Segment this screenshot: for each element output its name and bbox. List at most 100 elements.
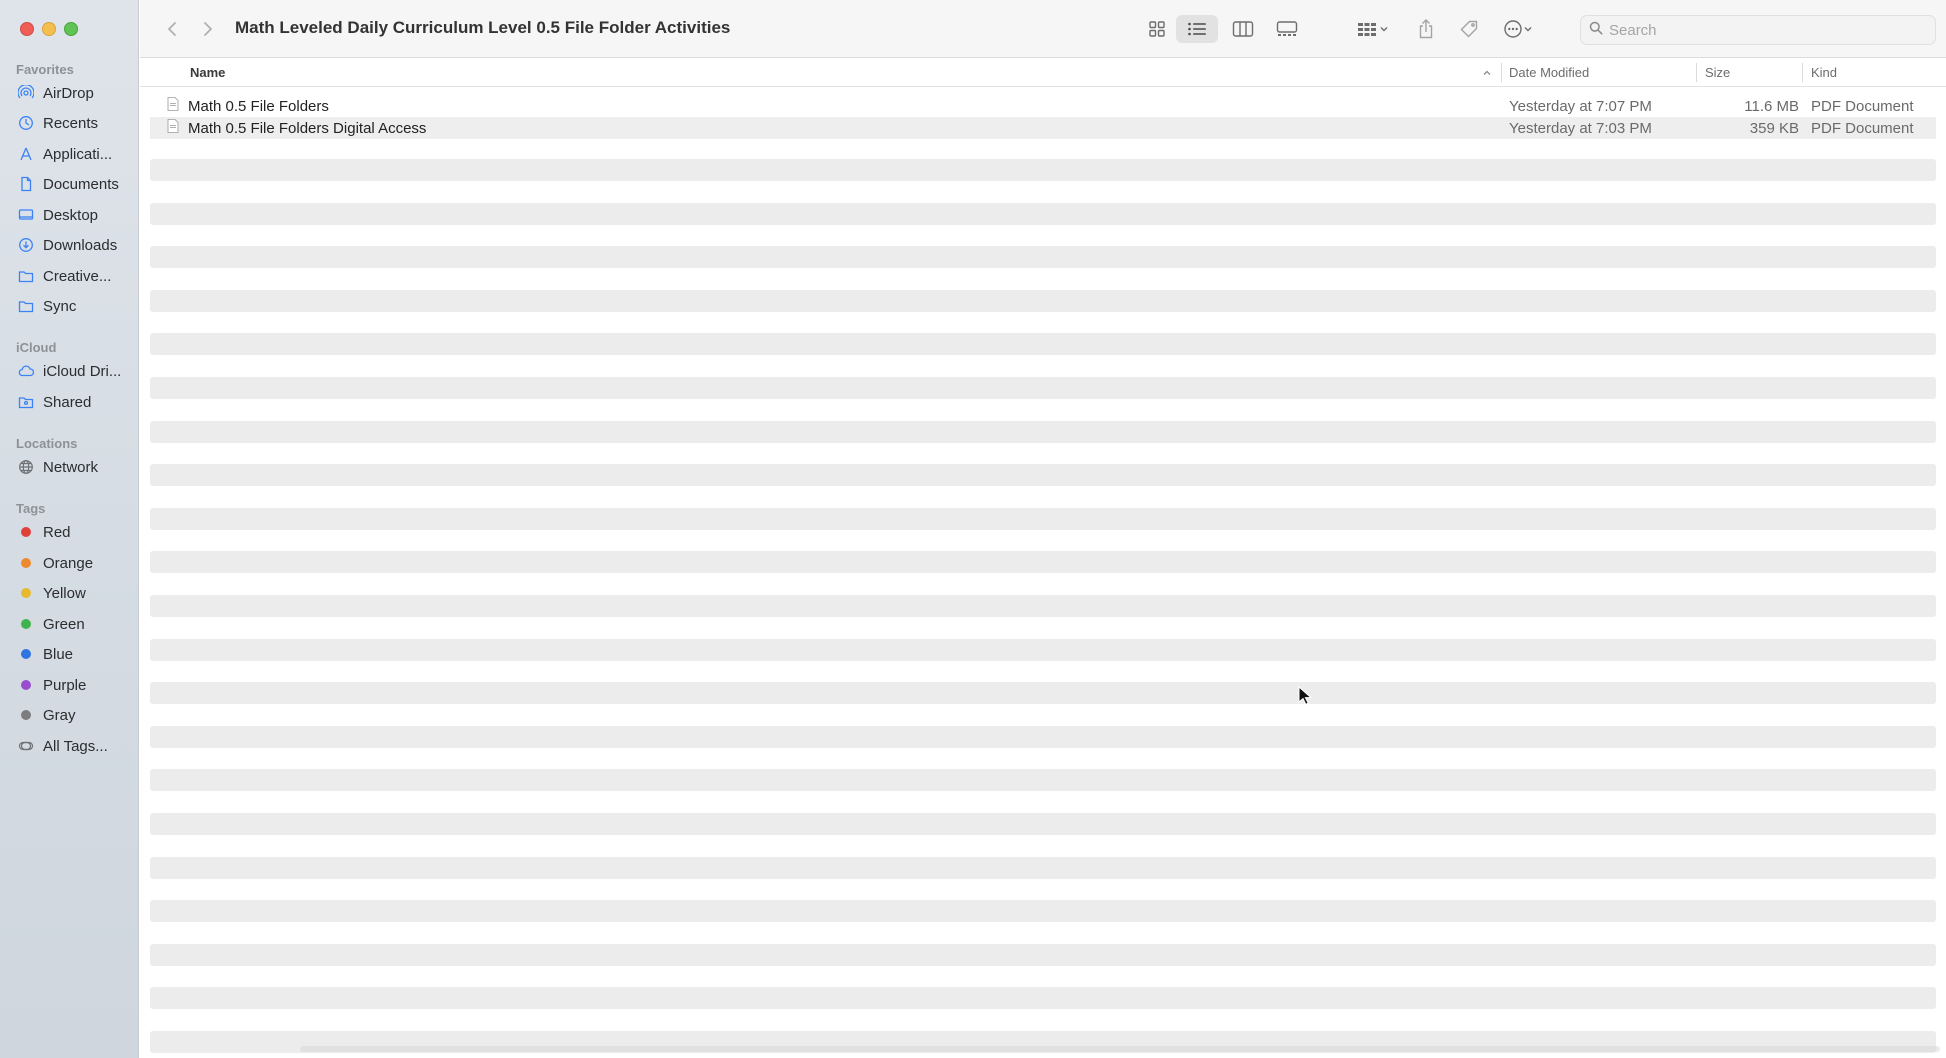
close-window-button[interactable] [20, 22, 34, 36]
column-header-size[interactable]: Size [1705, 58, 1730, 87]
sidebar-item-shared[interactable]: Shared [18, 391, 91, 413]
sidebar-item-label: Blue [43, 645, 74, 663]
tag-icon [1459, 19, 1479, 39]
horizontal-scrollbar[interactable] [300, 1046, 1940, 1052]
sidebar-item-label: Orange [43, 554, 94, 572]
empty-row-stripe [150, 421, 1936, 443]
sidebar-item-label: Downloads [43, 236, 118, 254]
sidebar-item-tag-gray[interactable]: Gray [18, 704, 76, 726]
tag-button[interactable] [1454, 15, 1484, 43]
applications-icon [18, 146, 34, 162]
tag-dot-icon [21, 649, 31, 659]
empty-row-stripe [150, 682, 1936, 704]
chevron-left-icon [167, 21, 177, 37]
sidebar-item-tag-blue[interactable]: Blue [18, 643, 73, 665]
sidebar-item-creative[interactable]: Creative... [18, 265, 111, 287]
sidebar-item-applications[interactable]: Applicati... [18, 143, 112, 165]
sidebar-item-recents[interactable]: Recents [18, 112, 98, 134]
sidebar-item-tag-green[interactable]: Green [18, 613, 85, 635]
sidebar-item-airdrop[interactable]: AirDrop [18, 82, 94, 104]
tag-dot-icon [21, 619, 31, 629]
sidebar-item-downloads[interactable]: Downloads [18, 234, 117, 256]
airdrop-icon [18, 85, 34, 101]
empty-row-stripe [150, 508, 1936, 530]
share-button[interactable] [1412, 15, 1440, 43]
toolbar: Math Leveled Daily Curriculum Level 0.5 … [140, 0, 1946, 58]
pdf-file-icon [167, 97, 188, 115]
sidebar-item-label: Documents [43, 175, 119, 193]
back-button[interactable] [162, 15, 182, 43]
sidebar-item-all-tags[interactable]: All Tags... [18, 735, 108, 757]
kind-cell: PDF Document [1811, 97, 1914, 115]
empty-row-stripe [150, 551, 1936, 573]
document-icon [18, 176, 34, 192]
file-name: Math 0.5 File Folders Digital Access [188, 119, 427, 137]
column-divider[interactable] [1696, 63, 1697, 82]
sidebar-item-tag-red[interactable]: Red [18, 521, 71, 543]
empty-row-stripe [150, 857, 1936, 879]
zoom-window-button[interactable] [64, 22, 78, 36]
column-divider[interactable] [1501, 63, 1502, 82]
empty-row-stripe [150, 246, 1936, 268]
gallery-icon [1276, 20, 1298, 38]
empty-row-stripe [150, 159, 1936, 181]
icon-view-button[interactable] [1140, 15, 1174, 43]
empty-row-stripe [150, 987, 1936, 1009]
name-cell: Math 0.5 File Folders [167, 95, 329, 117]
column-view-button[interactable] [1226, 15, 1260, 43]
search-icon [1589, 21, 1603, 40]
window-title: Math Leveled Daily Curriculum Level 0.5 … [235, 18, 731, 37]
window-controls [20, 22, 78, 36]
column-divider[interactable] [1802, 63, 1803, 82]
column-header-row: Name Date Modified Size Kind [140, 58, 1946, 87]
sidebar-item-tag-orange[interactable]: Orange [18, 552, 93, 574]
globe-icon [18, 459, 34, 475]
group-grid-icon [1357, 21, 1379, 37]
download-icon [18, 237, 34, 253]
size-cell: 11.6 MB [1744, 97, 1799, 115]
pdf-file-icon [167, 119, 188, 137]
sidebar-item-tag-yellow[interactable]: Yellow [18, 582, 86, 604]
columns-icon [1232, 20, 1254, 38]
empty-row-stripe [150, 464, 1936, 486]
sidebar-item-tag-purple[interactable]: Purple [18, 674, 86, 696]
sidebar-item-documents[interactable]: Documents [18, 173, 119, 195]
sidebar-item-icloud-drive[interactable]: iCloud Dri... [18, 360, 121, 382]
tags-icon [18, 738, 34, 754]
tag-dot-icon [21, 558, 31, 568]
chevron-down-icon [1523, 25, 1533, 33]
minimize-window-button[interactable] [42, 22, 56, 36]
sidebar-item-label: Gray [43, 706, 76, 724]
sidebar-item-label: Shared [43, 393, 92, 411]
column-header-date-modified[interactable]: Date Modified [1509, 58, 1589, 87]
sidebar-item-network[interactable]: Network [18, 456, 98, 478]
sidebar-item-label: Creative... [43, 267, 112, 285]
sidebar-item-sync[interactable]: Sync [18, 295, 76, 317]
file-row[interactable]: Math 0.5 File Folders Digital Access Yes… [150, 117, 1936, 139]
sidebar-item-desktop[interactable]: Desktop [18, 204, 98, 226]
empty-row-stripe [150, 377, 1936, 399]
sidebar-section-locations: Locations [16, 436, 78, 451]
forward-button[interactable] [198, 15, 218, 43]
list-view-button[interactable] [1176, 15, 1218, 43]
empty-row-stripe [150, 944, 1936, 966]
sidebar-section-favorites: Favorites [16, 62, 74, 77]
sidebar: Favorites AirDrop Recents Applicati... D… [0, 0, 139, 1058]
sidebar-item-label: Green [43, 615, 85, 633]
sidebar-item-label: Sync [43, 297, 77, 315]
search-field[interactable] [1580, 15, 1936, 45]
sidebar-item-label: Red [43, 523, 71, 541]
column-header-kind[interactable]: Kind [1811, 58, 1837, 87]
tag-dot-icon [21, 710, 31, 720]
empty-row-stripe [150, 813, 1936, 835]
size-cell: 359 KB [1749, 119, 1799, 137]
group-by-button[interactable] [1350, 15, 1396, 43]
gallery-view-button[interactable] [1270, 15, 1304, 43]
mouse-pointer-icon [1298, 685, 1313, 711]
search-input[interactable] [1609, 21, 1909, 39]
tag-dot-icon [21, 527, 31, 537]
tag-dot-icon [21, 680, 31, 690]
action-button[interactable] [1496, 15, 1540, 43]
column-header-name[interactable]: Name [190, 58, 225, 87]
file-row[interactable]: Math 0.5 File Folders Yesterday at 7:07 … [150, 95, 1936, 117]
